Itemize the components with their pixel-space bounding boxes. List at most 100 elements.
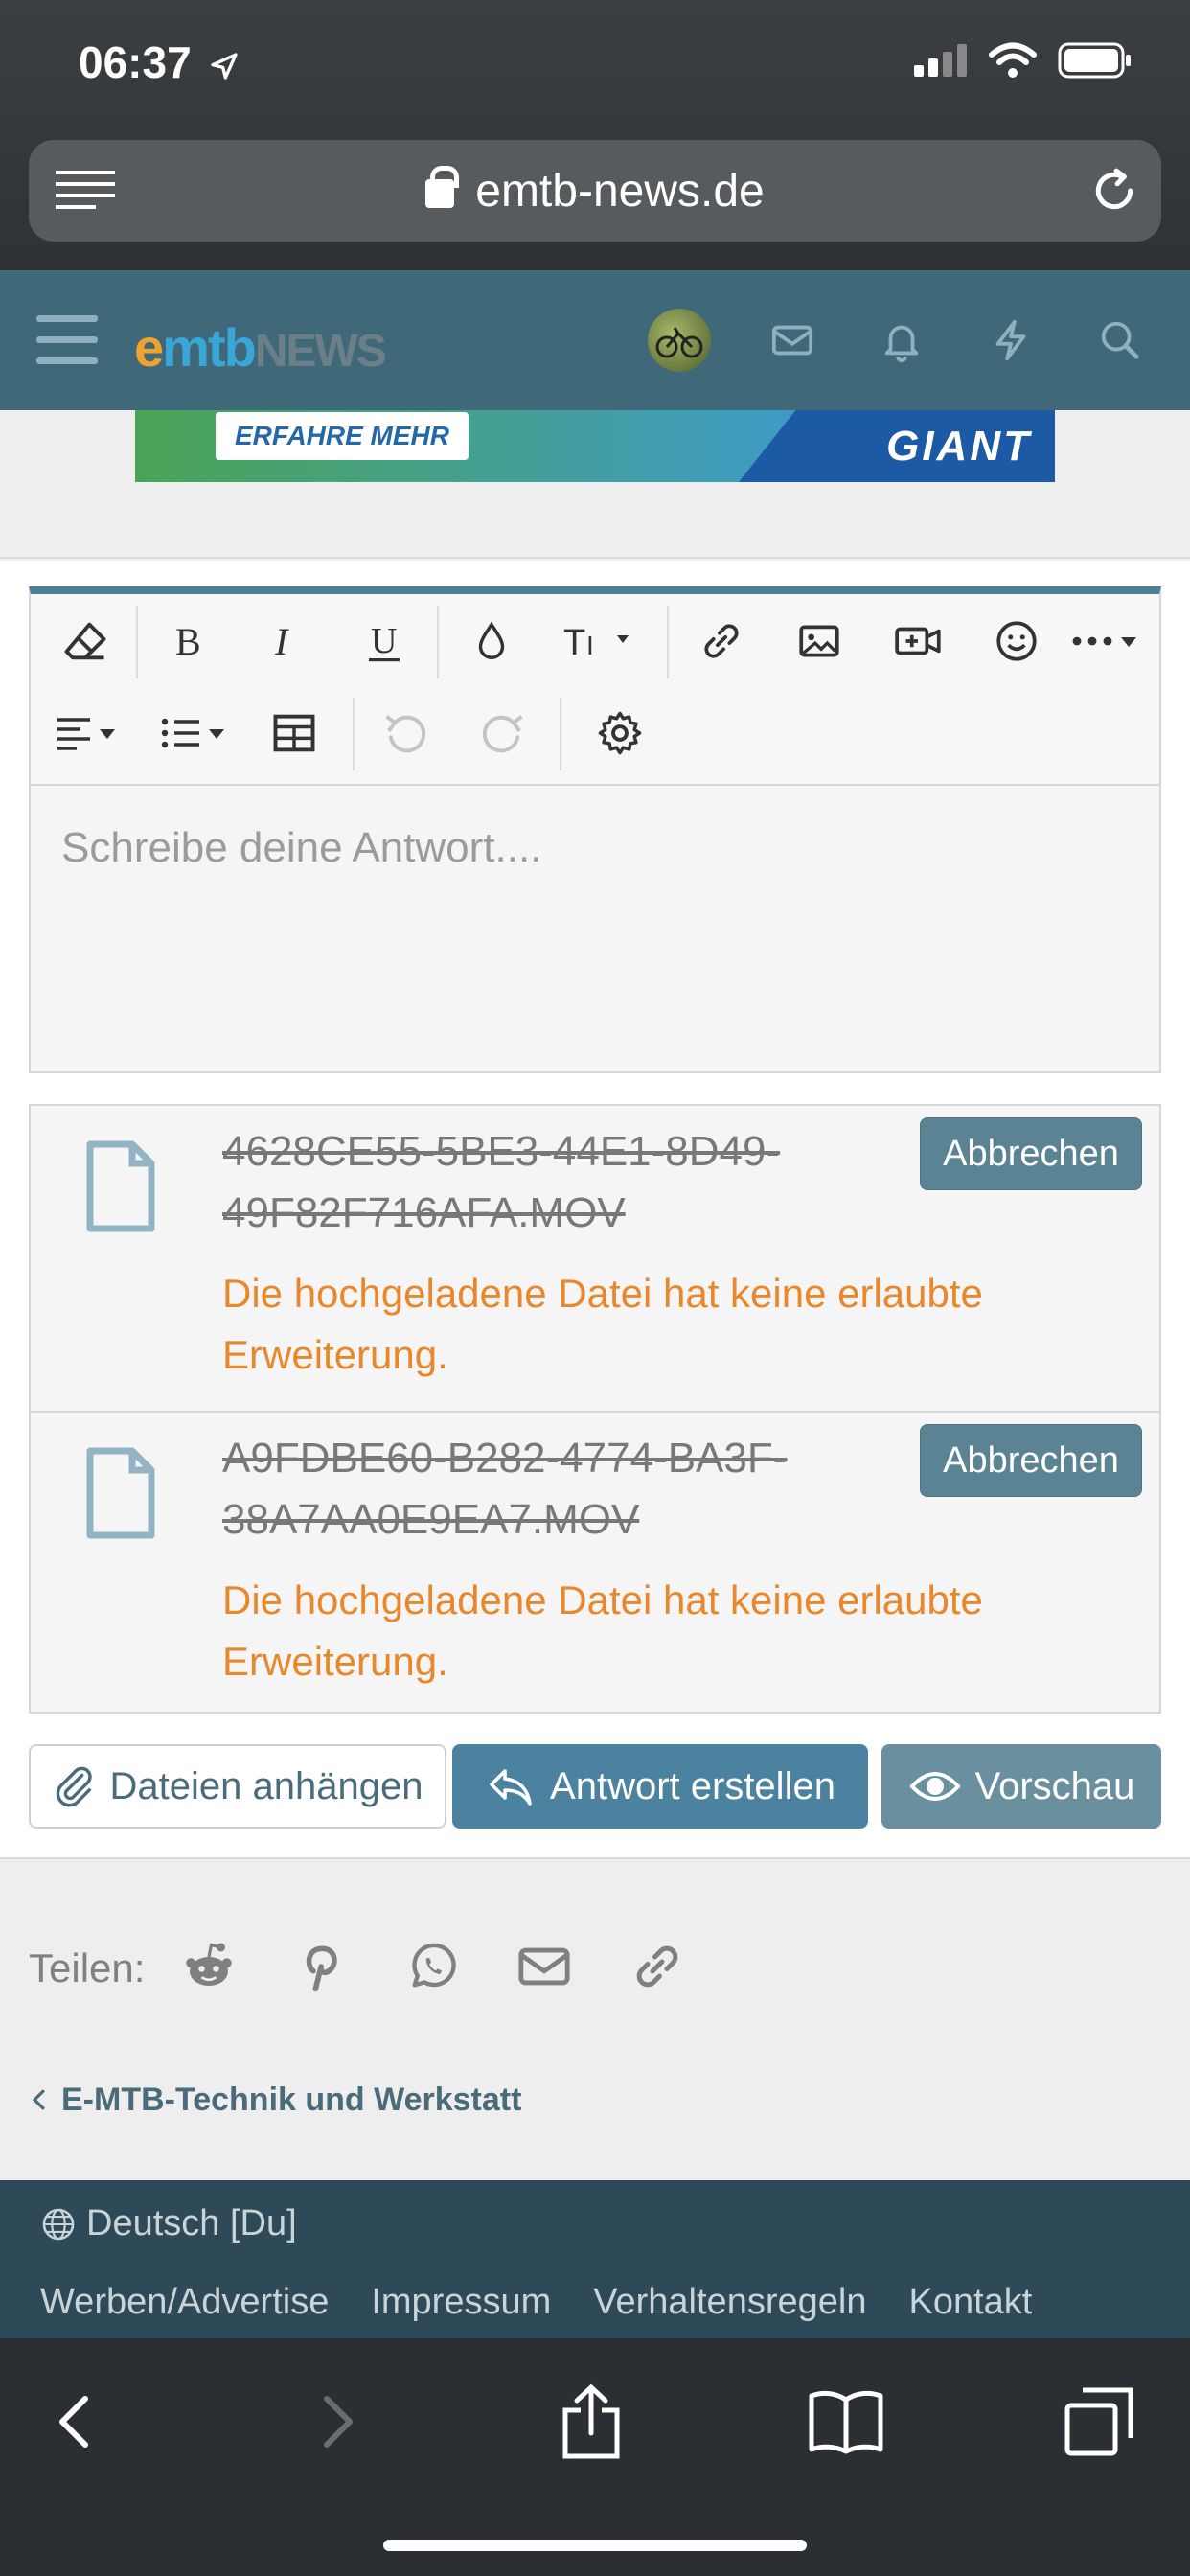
reply-icon: [490, 1769, 532, 1806]
post-reply-button[interactable]: Antwort erstellen: [452, 1744, 868, 1828]
bell-icon[interactable]: [880, 318, 924, 362]
table-icon: [273, 714, 315, 752]
reddit-icon: [186, 1943, 232, 1986]
svg-text:U: U: [371, 621, 397, 661]
svg-text:I: I: [586, 631, 594, 660]
breadcrumb[interactable]: E-MTB-Technik und Werkstatt: [29, 2082, 521, 2119]
url-display[interactable]: emtb-news.de: [29, 165, 1161, 218]
file-icon: [86, 1140, 155, 1232]
align-button[interactable]: [42, 690, 142, 776]
preview-button[interactable]: Vorschau: [881, 1744, 1161, 1828]
book-icon: [809, 2390, 883, 2454]
language-selector[interactable]: Deutsch [Du]: [40, 2203, 297, 2244]
lock-icon: [425, 166, 460, 208]
search-icon[interactable]: [1098, 318, 1142, 362]
font-size-button[interactable]: TI: [544, 598, 659, 684]
cellular-signal-icon: [914, 44, 967, 77]
site-header: emtbNEWS: [0, 270, 1190, 410]
attach-files-label: Dateien anhängen: [109, 1764, 423, 1807]
attachment-error: Die hochgeladene Datei hat keine erlaubt…: [222, 1577, 983, 1684]
reload-icon[interactable]: [1090, 167, 1138, 215]
list-icon: [161, 718, 224, 748]
logo-mtb: mtb: [162, 317, 257, 378]
toolbar-separator: [353, 698, 355, 770]
image-icon: [799, 625, 839, 657]
more-options-button[interactable]: [1058, 598, 1157, 684]
editor-settings-button[interactable]: [577, 690, 663, 776]
eraser-icon: [64, 622, 106, 660]
toolbar-separator: [136, 606, 138, 678]
underline-button[interactable]: U: [341, 598, 427, 684]
attachment-item: A9FDBE60-B282-4774-BA3F-38A7AA0E9EA7.MOV…: [31, 1411, 1159, 1715]
tabs-button[interactable]: [1056, 2379, 1142, 2465]
footer-link-contact[interactable]: Kontakt: [908, 2282, 1032, 2323]
lightning-icon[interactable]: [989, 318, 1033, 362]
preview-label: Vorschau: [974, 1764, 1135, 1807]
avatar[interactable]: [648, 309, 711, 372]
back-button[interactable]: [31, 2379, 117, 2465]
more-dots-icon: [1072, 636, 1136, 647]
cancel-upload-button[interactable]: Abbrechen: [920, 1424, 1142, 1497]
language-label: Deutsch [Du]: [86, 2203, 297, 2243]
url-bar[interactable]: emtb-news.de: [29, 140, 1161, 242]
paperclip-icon: [56, 1766, 92, 1807]
insert-link-button[interactable]: [678, 598, 765, 684]
share-link-button[interactable]: [627, 1936, 688, 1997]
insert-image-button[interactable]: [776, 598, 862, 684]
bookmarks-button[interactable]: [803, 2379, 889, 2465]
insert-media-button[interactable]: [876, 598, 962, 684]
share-button[interactable]: [548, 2379, 634, 2465]
home-indicator: [383, 2540, 807, 2551]
editor-input[interactable]: Schreibe deine Antwort....: [61, 824, 541, 872]
location-arrow-icon: [211, 53, 239, 80]
insert-table-button[interactable]: [251, 690, 337, 776]
footer-link-impressum[interactable]: Impressum: [371, 2282, 551, 2323]
status-time-text: 06:37: [79, 37, 192, 87]
text-size-icon: TI: [563, 623, 629, 663]
post-reply-label: Antwort erstellen: [550, 1764, 835, 1807]
breadcrumb-label: E-MTB-Technik und Werkstatt: [61, 2082, 522, 2118]
banner-cta[interactable]: ERFAHRE MEHR: [216, 412, 469, 460]
italic-icon: I: [274, 620, 289, 663]
attachment-error: Die hochgeladene Datei hat keine erlaubt…: [222, 1271, 983, 1377]
redo-icon: [482, 715, 523, 753]
svg-text:B: B: [175, 620, 201, 663]
banner-brand: GIANT: [739, 410, 1055, 482]
share-email-button[interactable]: [514, 1936, 575, 1997]
smilies-button[interactable]: [973, 598, 1060, 684]
file-icon: [86, 1447, 155, 1539]
pinterest-icon: [306, 1945, 337, 1992]
share-pinterest-button[interactable]: [289, 1936, 351, 1997]
inbox-icon[interactable]: [770, 318, 814, 362]
list-button[interactable]: [148, 690, 247, 776]
toolbar-separator: [667, 606, 669, 678]
logo-e: e: [134, 317, 164, 378]
ad-banner[interactable]: ERFAHRE MEHR GIANT: [135, 410, 1055, 482]
toolbar-separator: [560, 698, 561, 770]
cancel-upload-button[interactable]: Abbrechen: [920, 1117, 1142, 1190]
spacer: [0, 482, 1190, 559]
site-logo[interactable]: emtbNEWS: [134, 316, 387, 379]
globe-icon: [42, 2208, 75, 2240]
attach-files-button[interactable]: Dateien anhängen: [29, 1744, 446, 1828]
share-whatsapp-button[interactable]: [402, 1936, 464, 1997]
undo-icon: [385, 715, 426, 753]
attachment-filename: A9FDBE60-B282-4774-BA3F-38A7AA0E9EA7.MOV: [222, 1435, 788, 1543]
wifi-icon: [989, 42, 1037, 78]
underline-icon: U: [369, 621, 400, 662]
chevron-left-icon: [59, 2396, 88, 2448]
undo-button[interactable]: [362, 690, 448, 776]
italic-button[interactable]: I: [241, 598, 328, 684]
clear-formatting-button[interactable]: [42, 598, 128, 684]
forward-button[interactable]: [295, 2379, 381, 2465]
gear-icon: [598, 711, 642, 755]
bold-button[interactable]: B: [146, 598, 232, 684]
text-color-button[interactable]: [448, 598, 535, 684]
hamburger-menu-icon[interactable]: [36, 313, 98, 367]
svg-text:I: I: [274, 620, 289, 663]
footer-link-rules[interactable]: Verhaltensregeln: [593, 2282, 866, 2323]
share-reddit-button[interactable]: [178, 1936, 240, 1997]
attachment-filename: 4628CE55-5BE3-44E1-8D49-49F82F716AFA.MOV: [222, 1128, 781, 1236]
footer-link-advertise[interactable]: Werben/Advertise: [40, 2282, 329, 2323]
redo-button[interactable]: [460, 690, 546, 776]
